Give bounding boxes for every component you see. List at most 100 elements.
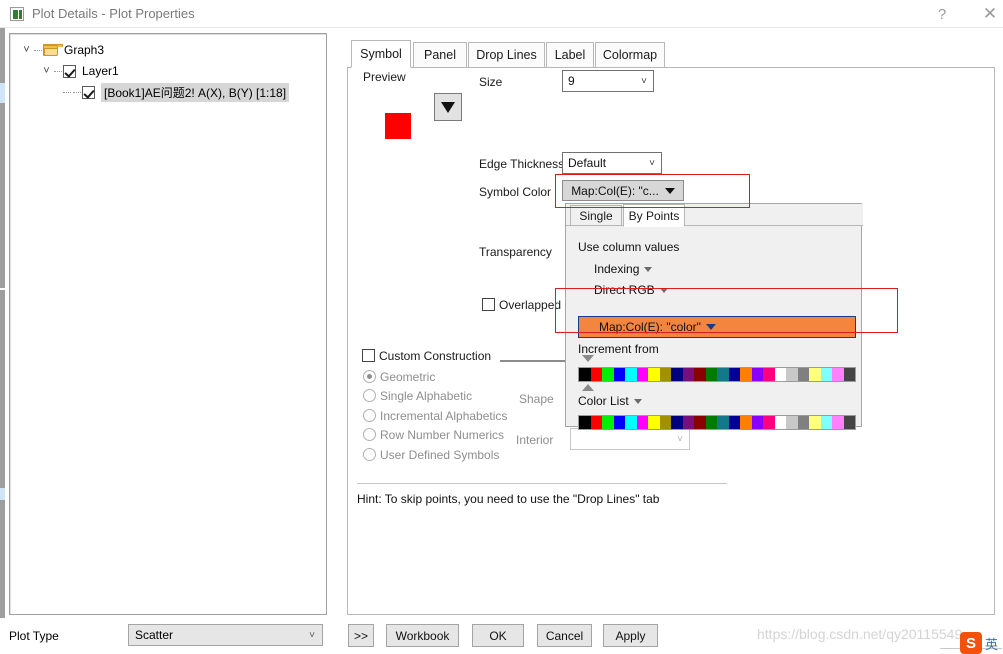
chevron-down-icon[interactable]: ˅ — [20, 44, 33, 57]
ok-button[interactable]: OK — [472, 624, 524, 647]
size-combobox[interactable]: 9 ˅ — [562, 70, 654, 92]
indexing-menu-item[interactable]: Indexing — [594, 262, 653, 276]
color-swatch[interactable] — [648, 368, 660, 381]
color-swatch[interactable] — [774, 416, 786, 429]
radio-user-defined-symbols[interactable] — [363, 448, 376, 461]
shape-label: Shape — [519, 392, 554, 406]
color-swatch[interactable] — [579, 368, 591, 381]
color-swatch[interactable] — [648, 416, 660, 429]
color-swatch[interactable] — [763, 368, 775, 381]
color-swatch[interactable] — [763, 416, 775, 429]
color-swatch[interactable] — [797, 368, 809, 381]
tree-item-graph3[interactable]: ˅ Graph3 — [20, 41, 104, 59]
radio-geometric[interactable] — [363, 370, 376, 383]
color-swatch[interactable] — [613, 416, 625, 429]
tree-item-dataplot[interactable]: [Book1]AE问题2! A(X), B(Y) [1:18] — [62, 82, 290, 102]
interior-combobox[interactable]: ˅ — [570, 428, 690, 450]
color-swatch[interactable] — [820, 416, 832, 429]
color-swatch[interactable] — [636, 368, 648, 381]
color-swatch[interactable] — [659, 368, 671, 381]
custom-construction-checkbox[interactable] — [362, 349, 375, 362]
apply-button[interactable]: Apply — [603, 624, 658, 647]
color-swatch[interactable] — [728, 416, 740, 429]
radio-row-number-numerics[interactable] — [363, 428, 376, 441]
color-swatch[interactable] — [590, 368, 602, 381]
color-list-menu-item[interactable]: Color List — [578, 394, 642, 408]
color-swatch[interactable] — [602, 416, 614, 429]
color-swatch[interactable] — [705, 416, 717, 429]
color-swatch[interactable] — [671, 416, 683, 429]
color-swatch[interactable] — [786, 368, 798, 381]
color-swatch[interactable] — [602, 368, 614, 381]
plot-tree-panel[interactable]: ˅ Graph3 ˅ Layer1 [Book1]AE问题2! A(X), B(… — [9, 33, 327, 615]
color-swatch[interactable] — [694, 416, 706, 429]
color-swatch[interactable] — [625, 416, 637, 429]
color-swatch[interactable] — [843, 416, 855, 429]
color-swatch[interactable] — [705, 368, 717, 381]
increment-color-palette[interactable] — [578, 367, 856, 382]
map-col-color-menu-item[interactable]: Map:Col(E): "color" — [578, 316, 856, 338]
radio-incremental-alphabetics[interactable] — [363, 409, 376, 422]
overlapped-points-checkbox[interactable] — [482, 298, 495, 311]
expand-button[interactable]: >> — [348, 624, 374, 647]
color-swatch[interactable] — [636, 416, 648, 429]
preview-label: Preview — [363, 70, 406, 84]
tree-connector — [34, 49, 42, 51]
workbook-button[interactable]: Workbook — [386, 624, 459, 647]
edge-thickness-combobox[interactable]: Default ˅ — [562, 152, 662, 174]
tab-drop-lines[interactable]: Drop Lines — [468, 42, 545, 68]
color-swatch[interactable] — [832, 416, 844, 429]
tab-symbol[interactable]: Symbol — [351, 40, 411, 68]
close-icon[interactable]: ✕ — [968, 0, 1003, 28]
color-swatch[interactable] — [728, 368, 740, 381]
tree-item-layer1[interactable]: ˅ Layer1 — [40, 62, 119, 80]
chevron-down-icon: ˅ — [309, 629, 315, 641]
color-swatch[interactable] — [717, 368, 729, 381]
color-swatch[interactable] — [797, 416, 809, 429]
color-swatch[interactable] — [774, 368, 786, 381]
tab-colormap[interactable]: Colormap — [595, 42, 665, 68]
color-swatch[interactable] — [820, 368, 832, 381]
color-swatch[interactable] — [809, 416, 821, 429]
plot-type-combobox[interactable]: Scatter ˅ — [128, 624, 323, 646]
color-swatch[interactable] — [740, 416, 752, 429]
color-list-palette[interactable] — [578, 415, 856, 430]
cancel-button[interactable]: Cancel — [537, 624, 592, 647]
checkbox-checked-icon[interactable] — [82, 85, 95, 99]
color-swatch[interactable] — [832, 368, 844, 381]
direct-rgb-menu-item[interactable]: Direct RGB — [594, 283, 668, 297]
checkbox-checked-icon[interactable] — [63, 64, 76, 78]
symbol-color-dropdown-button[interactable]: Map:Col(E): "c... — [562, 180, 684, 201]
color-swatch[interactable] — [694, 368, 706, 381]
radio-incremental-alphabetics-label: Incremental Alphabetics — [380, 409, 508, 423]
color-swatch[interactable] — [613, 368, 625, 381]
spinner-down-icon[interactable] — [582, 355, 594, 362]
color-swatch[interactable] — [740, 368, 752, 381]
color-swatch[interactable] — [751, 368, 763, 381]
color-swatch[interactable] — [809, 368, 821, 381]
color-swatch[interactable] — [843, 368, 855, 381]
color-swatch[interactable] — [717, 416, 729, 429]
spinner-up-icon[interactable] — [582, 384, 594, 391]
flyout-tab-single[interactable]: Single — [570, 205, 622, 226]
color-swatch[interactable] — [625, 368, 637, 381]
color-swatch[interactable] — [682, 368, 694, 381]
color-swatch[interactable] — [590, 416, 602, 429]
chevron-down-icon[interactable]: ˅ — [40, 65, 53, 78]
color-swatch[interactable] — [786, 416, 798, 429]
window-edge-accent — [0, 488, 5, 500]
flyout-tab-by-points[interactable]: By Points — [623, 204, 685, 227]
help-button[interactable]: ? — [920, 0, 964, 28]
color-swatch[interactable] — [751, 416, 763, 429]
color-swatch[interactable] — [579, 416, 591, 429]
color-swatch[interactable] — [682, 416, 694, 429]
tree-item-label: Layer1 — [82, 64, 119, 78]
chevron-down-icon: ˅ — [649, 157, 655, 169]
tab-label[interactable]: Label — [546, 42, 594, 68]
tab-panel[interactable]: Panel — [413, 42, 467, 68]
color-swatch[interactable] — [671, 368, 683, 381]
symbol-shape-dropdown-button[interactable] — [434, 93, 462, 121]
radio-single-alphabetic[interactable] — [363, 389, 376, 402]
direct-rgb-label: Direct RGB — [594, 283, 655, 297]
color-swatch[interactable] — [659, 416, 671, 429]
